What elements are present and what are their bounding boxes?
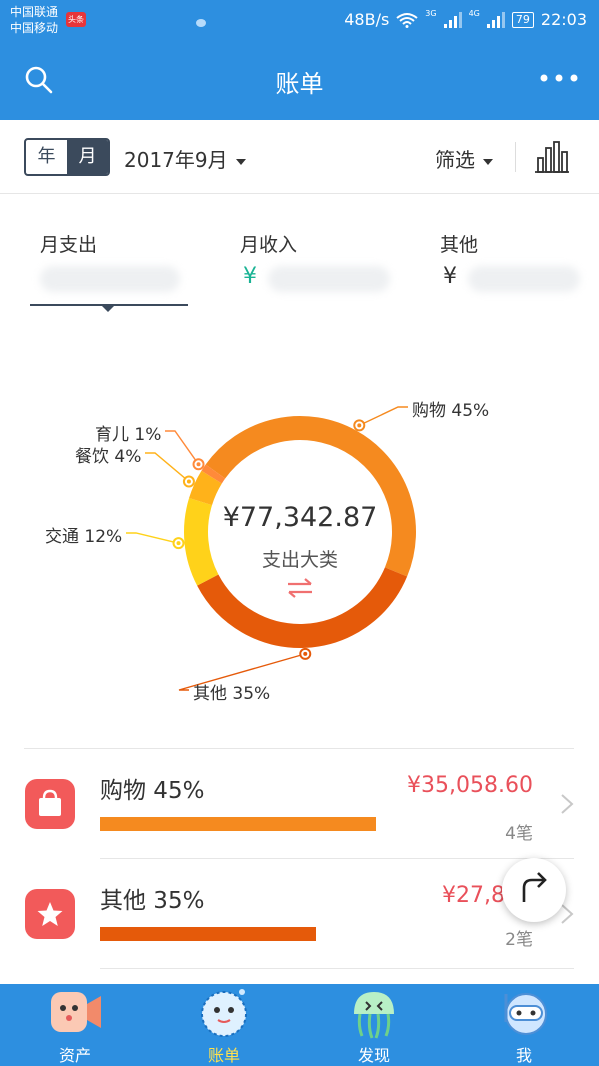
tab-me[interactable]: 我 <box>464 984 584 1066</box>
active-tab-pointer <box>102 306 114 312</box>
category-name: 购物 45% <box>100 778 205 804</box>
carrier-1: 中国联通 <box>10 5 59 19</box>
divider <box>515 142 516 172</box>
wifi-icon <box>396 12 418 28</box>
tab-discover[interactable]: 发现 <box>314 984 434 1066</box>
donut-marker-dot-dining <box>186 479 191 484</box>
donut-marker-dot-other <box>303 651 308 656</box>
year-toggle-button[interactable]: 年 <box>26 140 67 174</box>
month-toggle-button[interactable]: 月 <box>67 140 108 174</box>
app-bar: 账单 <box>0 40 599 120</box>
redo-icon <box>522 872 547 902</box>
filter-button[interactable]: 筛选 <box>435 144 493 173</box>
status-bar: 中国联通 中国移动 头条 48B/s 3G 4G 79 22:03 <box>0 0 599 51</box>
donut-leader-shopping <box>358 406 408 427</box>
donut-subtitle: 支出大类 <box>261 549 338 571</box>
category-progress-bar <box>100 927 316 941</box>
selected-month: 2017年9月 <box>124 148 228 172</box>
filter-label: 筛选 <box>435 148 475 172</box>
tab-assets[interactable]: 资产 <box>15 984 135 1066</box>
category-icon-box <box>25 779 75 829</box>
tab-other[interactable]: 其他 <box>440 230 478 257</box>
signal-icon-2 <box>486 11 505 28</box>
chevron-right-icon <box>561 794 574 814</box>
filter-bar: 年 月 2017年9月 筛选 <box>0 120 599 194</box>
hidden-amount <box>268 266 390 292</box>
hidden-amount <box>40 266 180 292</box>
more-icon[interactable] <box>539 72 579 84</box>
shopping-bag-icon <box>39 789 61 816</box>
donut-marker-dot-shopping <box>357 423 362 428</box>
donut-label-other: 其他 35% <box>193 684 271 704</box>
donut-label-transport: 交通 12% <box>45 527 123 547</box>
donut-marker-dot-childcare <box>196 462 201 467</box>
category-icon-box <box>25 889 75 939</box>
net-speed: 48B/s <box>344 10 390 29</box>
category-count: 2笔 <box>505 930 533 950</box>
battery-indicator: 79 <box>511 11 534 28</box>
swap-icon[interactable] <box>286 577 314 599</box>
bar-chart-icon[interactable] <box>534 138 570 174</box>
jellyfish-mascot-icon <box>354 992 394 1039</box>
status-right: 48B/s 3G 4G 79 22:03 <box>344 9 587 29</box>
category-amount: ¥35,058.60 <box>407 773 533 798</box>
donut-segment-dining[interactable] <box>189 470 223 506</box>
chevron-down-icon <box>483 158 493 165</box>
divider <box>100 968 574 969</box>
category-name: 其他 35% <box>100 888 205 914</box>
donut-label-shopping: 购物 45% <box>412 401 490 421</box>
page-title: 账单 <box>275 70 324 98</box>
news-badge: 头条 <box>66 12 86 27</box>
donut-label-dining: 餐饮 4% <box>75 447 142 467</box>
decor-bubble <box>196 19 206 27</box>
donut-label-childcare: 育儿 1% <box>95 425 162 445</box>
donut-segment-childcare[interactable] <box>201 464 226 484</box>
total-expense-amount: ¥77,342.87 <box>222 502 378 533</box>
tab-bills[interactable]: 账单 <box>164 984 284 1066</box>
donut-leader-dining <box>145 452 190 483</box>
signal-icon-1 <box>443 11 462 28</box>
category-progress-bar <box>100 817 376 831</box>
carrier-info: 中国联通 中国移动 <box>10 4 58 36</box>
fish-mascot-icon <box>51 992 101 1032</box>
clock: 22:03 <box>540 10 587 29</box>
category-row-shopping[interactable]: 购物 45% ¥35,058.60 4笔 <box>0 749 599 859</box>
donut-marker-dot-transport <box>176 541 181 546</box>
tab-monthly-income[interactable]: 月收入 <box>240 230 297 257</box>
tab-label: 资产 <box>58 1046 91 1065</box>
donut-leader-childcare <box>165 430 200 465</box>
chevron-down-icon <box>235 158 246 165</box>
carrier-2: 中国移动 <box>10 21 59 35</box>
income-currency: ¥ <box>243 264 257 289</box>
bubble-mascot-icon <box>201 989 247 1037</box>
category-count: 4笔 <box>505 824 533 844</box>
bottom-tab-bar: 资产 账单 发现 我 <box>0 984 599 1066</box>
net1-label: 3G <box>425 9 437 18</box>
donut-leader-transport <box>126 532 179 544</box>
tab-label: 发现 <box>357 1046 390 1065</box>
period-toggle: 年 月 <box>24 138 110 176</box>
other-currency: ¥ <box>443 264 457 289</box>
hidden-amount <box>468 266 580 292</box>
month-selector[interactable]: 2017年9月 <box>124 144 246 173</box>
net2-label: 4G <box>468 9 480 18</box>
tab-label: 我 <box>515 1046 532 1065</box>
star-icon <box>37 902 63 926</box>
diver-mascot-icon <box>504 993 547 1035</box>
tab-monthly-expense[interactable]: 月支出 <box>40 230 97 257</box>
floating-action-button[interactable] <box>502 858 566 922</box>
tab-label: 账单 <box>207 1046 240 1065</box>
